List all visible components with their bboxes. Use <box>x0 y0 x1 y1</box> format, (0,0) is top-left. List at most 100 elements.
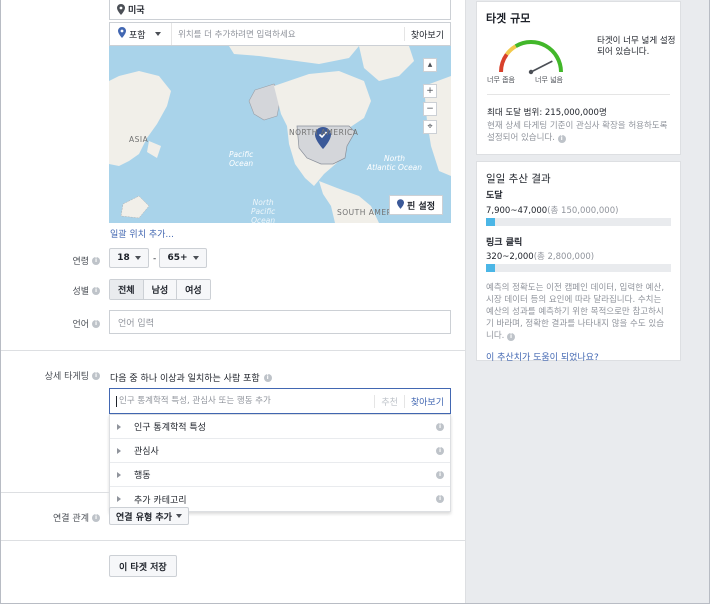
section-divider <box>1 350 465 351</box>
chevron-down-icon <box>154 32 161 36</box>
menu-item-demographics[interactable]: 인구 통계학적 특성 i <box>110 415 450 439</box>
language-row-label: 언어 i <box>0 317 100 330</box>
detailed-targeting-menu: 인구 통계학적 특성 i 관심사 i 행동 i 추가 카테고리 i <box>109 414 451 512</box>
zoom-in-button[interactable]: + <box>423 84 437 98</box>
connections-row-label: 연결 관계 i <box>0 511 100 524</box>
age-label: 연령 <box>72 257 89 267</box>
connection-type-label: 연결 유형 추가 <box>116 512 172 523</box>
menu-item-label: 인구 통계학적 특성 <box>134 423 206 433</box>
language-label: 언어 <box>72 320 89 330</box>
drop-pin-button[interactable]: 핀 설정 <box>389 195 443 215</box>
language-input[interactable]: 언어 입력 <box>109 310 451 334</box>
card-divider <box>487 94 670 95</box>
map-collapse-button[interactable]: ▴ <box>423 58 437 72</box>
menu-item-behaviors[interactable]: 행동 i <box>110 463 450 487</box>
audience-size-title: 타겟 규모 <box>486 12 531 25</box>
gender-option-male[interactable]: 남성 <box>143 280 178 299</box>
daily-results-card: 일일 추산 결과 도달 7,900~47,000(총 150,000,000) … <box>476 161 681 363</box>
location-browse-button[interactable]: 찾아보기 <box>403 27 450 41</box>
gauge-hub <box>528 69 534 75</box>
save-audience-button[interactable]: 이 타겟 저장 <box>109 555 177 577</box>
info-icon[interactable]: i <box>557 135 566 143</box>
info-icon[interactable]: i <box>436 422 444 431</box>
gauge-narrow-segment <box>499 53 509 73</box>
map-label-atlantic: North Atlantic Ocean <box>367 154 423 172</box>
reach-estimate-fill <box>486 218 496 226</box>
info-icon[interactable]: i <box>92 286 100 295</box>
clicks-estimate-value: 320~2,000(총 2,800,000) <box>486 250 671 262</box>
gauge-narrow-label: 너무 좁음 <box>487 76 515 84</box>
chevron-down-icon <box>175 514 182 518</box>
detailed-targeting-description-text: 다음 중 하나 이상과 일치하는 사람 포함 <box>110 374 260 384</box>
info-icon[interactable]: i <box>436 495 444 503</box>
location-map[interactable]: ASIA NORTH AMERICA SOUTH AMERICA Pacific… <box>109 46 451 223</box>
clicks-estimate-bar <box>486 264 671 272</box>
chevron-down-icon <box>192 256 199 260</box>
info-icon[interactable]: i <box>92 319 100 328</box>
info-icon[interactable]: i <box>436 446 444 455</box>
estimate-feedback-link[interactable]: 이 추산치가 도움이 되었나요? <box>486 350 671 363</box>
clicks-range: 320~2,000 <box>486 252 534 262</box>
location-search-input[interactable]: 위치를 더 추가하려면 입력하세요 <box>172 28 404 40</box>
reach-description-text: 현재 상세 타게팅 기준이 관심사 확장을 허용하도록 설정되어 있습니다. <box>487 121 668 143</box>
gender-option-all[interactable]: 전체 <box>110 280 144 299</box>
map-label-pacific: Pacific Ocean <box>229 150 254 168</box>
bulk-add-locations-link[interactable]: 일괄 위치 추가... <box>110 227 174 240</box>
location-search-bar: 포함 위치를 더 추가하려면 입력하세요 찾아보기 <box>109 22 451 46</box>
zoom-out-button[interactable]: − <box>423 102 437 116</box>
age-max-value: 65+ <box>167 253 188 263</box>
reach-range: 7,900~47,000 <box>486 206 548 216</box>
reach-total: (총 150,000,000) <box>547 206 619 216</box>
age-row-label: 연령 i <box>0 254 100 267</box>
clicks-total: (총 2,800,000) <box>533 252 595 262</box>
reach-description: 현재 상세 타게팅 기준이 관심사 확장을 허용하도록 설정되어 있습니다. i <box>487 120 675 144</box>
location-pin-icon <box>118 27 126 41</box>
map-label-north-pacific: North Pacific Ocean <box>251 198 276 223</box>
connections-label: 연결 관계 <box>53 514 89 524</box>
menu-item-interests[interactable]: 관심사 i <box>110 439 450 463</box>
info-icon[interactable]: i <box>507 333 516 341</box>
recenter-icon[interactable]: ⌖ <box>423 120 437 134</box>
include-mode-dropdown[interactable]: 포함 <box>110 23 172 45</box>
reach-estimate-value: 7,900~47,000(총 150,000,000) <box>486 204 671 216</box>
audience-status-text: 타겟이 너무 넓게 설정되어 있습니다. <box>597 36 676 57</box>
age-min-value: 18 <box>117 253 130 263</box>
reach-estimate-bar <box>486 218 671 226</box>
chevron-down-icon <box>134 256 141 260</box>
clicks-estimate-fill <box>486 264 496 272</box>
gauge-needle <box>530 60 553 73</box>
browse-button[interactable]: 찾아보기 <box>403 394 450 408</box>
gender-option-female[interactable]: 여성 <box>177 280 210 299</box>
location-pin-icon <box>397 198 405 212</box>
location-pin-icon <box>117 4 125 18</box>
age-max-dropdown[interactable]: 65+ <box>159 248 207 268</box>
reach-estimate-label: 도달 <box>486 191 503 201</box>
gauge-broad-label: 너무 넓음 <box>535 76 563 84</box>
age-min-dropdown[interactable]: 18 <box>109 248 149 268</box>
menu-item-label: 행동 <box>134 471 151 481</box>
expand-arrow-icon <box>117 496 121 502</box>
drop-pin-label: 핀 설정 <box>407 201 435 212</box>
suggestions-button[interactable]: 추천 <box>374 394 404 408</box>
include-mode-label: 포함 <box>129 30 146 41</box>
info-icon[interactable]: i <box>92 371 100 380</box>
info-icon[interactable]: i <box>263 373 272 382</box>
info-icon[interactable]: i <box>92 513 100 522</box>
info-icon[interactable]: i <box>436 470 444 479</box>
gender-selector: 전체 남성 여성 <box>109 279 211 300</box>
info-icon[interactable]: i <box>92 256 100 265</box>
detailed-targeting-input[interactable]: 인구 통계학적 특성, 관심사 또는 행동 추가 <box>116 395 374 407</box>
detailed-targeting-description: 다음 중 하나 이상과 일치하는 사람 포함 i <box>110 371 272 384</box>
connection-type-dropdown[interactable]: 연결 유형 추가 <box>109 507 189 525</box>
map-label-asia: ASIA <box>129 135 149 144</box>
selected-country[interactable]: 미국 <box>109 0 451 20</box>
country-name: 미국 <box>128 6 145 16</box>
detailed-targeting-label: 상세 타게팅 <box>44 372 89 382</box>
section-divider <box>1 540 465 541</box>
audience-gauge <box>499 40 563 75</box>
daily-results-title: 일일 추산 결과 <box>486 173 551 185</box>
estimate-note-text: 예측의 정확도는 이전 캠페인 데이터, 입력한 예산, 시장 데이터 등의 요… <box>486 283 665 341</box>
potential-reach: 최대 도달 범위: 215,000,000명 <box>487 108 607 118</box>
expand-arrow-icon <box>117 447 121 454</box>
menu-item-label: 관심사 <box>134 447 159 457</box>
